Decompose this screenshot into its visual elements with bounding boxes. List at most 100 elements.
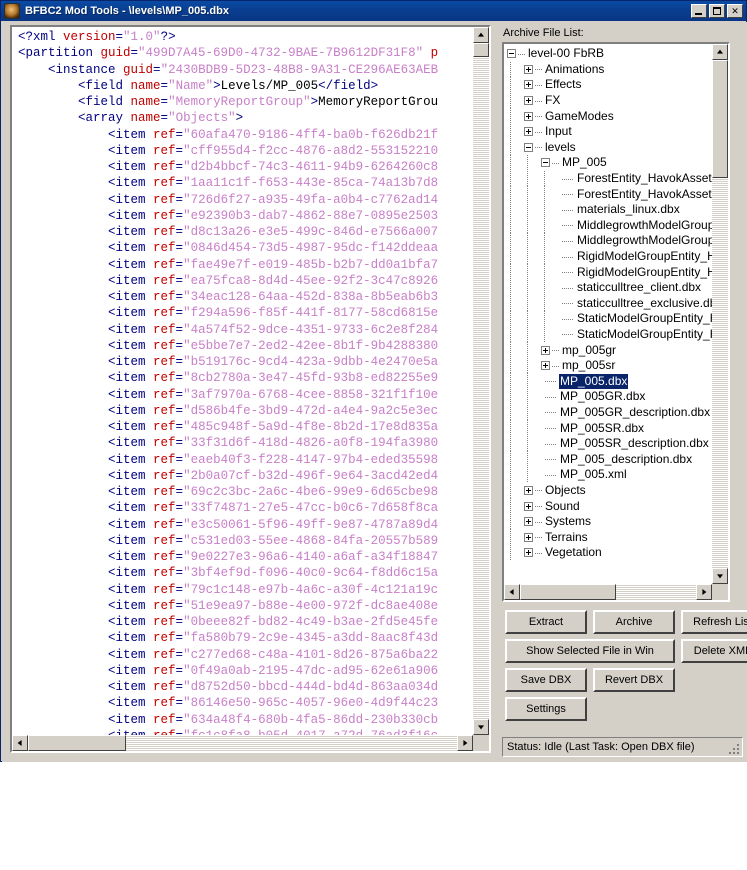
expand-node-icon[interactable]: [524, 80, 533, 90]
tree-item[interactable]: Input: [504, 123, 712, 140]
expand-node-icon[interactable]: [524, 96, 533, 106]
scroll-down-icon[interactable]: [473, 719, 489, 735]
tree-item[interactable]: materials_linux.dbx: [504, 201, 712, 218]
xml-token-tag: =: [160, 111, 169, 126]
xml-vscroll-thumb[interactable]: [473, 43, 489, 57]
maximize-button[interactable]: [709, 4, 725, 18]
tree-vertical-scrollbar[interactable]: [712, 44, 728, 584]
resize-grip-icon[interactable]: [727, 742, 739, 754]
collapse-node-icon[interactable]: [507, 49, 516, 59]
archive-file-tree-panel[interactable]: level-00 FbRB Animations Effects FX GameMode…: [502, 42, 730, 602]
tree-item[interactable]: level-00 FbRB: [504, 46, 712, 62]
tree-item[interactable]: MiddlegrowthModelGroupE: [504, 217, 712, 234]
xml-token-attr: name: [130, 78, 161, 93]
revert-dbx-button[interactable]: Revert DBX: [593, 668, 675, 692]
tree-connector-icon: [535, 514, 544, 530]
xml-vertical-scrollbar[interactable]: [473, 27, 489, 735]
tree-item[interactable]: MP_005.xml: [504, 467, 712, 483]
expand-node-icon[interactable]: [541, 345, 550, 355]
tree-scroll-right-icon[interactable]: [696, 584, 712, 600]
tree-item[interactable]: MP_005: [504, 155, 712, 171]
tree-item[interactable]: FX: [504, 92, 712, 109]
tree-item[interactable]: levels: [504, 139, 712, 156]
xml-token-attr: ref: [153, 257, 176, 272]
xml-editor-text[interactable]: <?xml version="1.0"?> <partition guid="49…: [12, 27, 473, 735]
tree-item-selected[interactable]: MP_005.dbx: [504, 373, 712, 390]
xml-token-tag: =: [175, 517, 184, 532]
archive-tree-viewport[interactable]: level-00 FbRB Animations Effects FX GameMode…: [504, 44, 712, 584]
xml-editor-panel[interactable]: <?xml version="1.0"?> <partition guid="49…: [10, 25, 491, 753]
tree-guide-line: [510, 482, 511, 499]
expand-node-icon[interactable]: [524, 532, 533, 542]
tree-item[interactable]: mp_005sr: [504, 357, 712, 374]
xml-token-tag: =: [160, 95, 169, 109]
tree-item[interactable]: MP_005GR.dbx: [504, 389, 712, 405]
collapse-node-icon[interactable]: [524, 142, 533, 152]
delete-xml-button[interactable]: Delete XML: [681, 639, 747, 663]
tree-hscroll-thumb[interactable]: [520, 584, 616, 600]
tree-item[interactable]: StaticModelGroupEntity_Ha: [504, 311, 712, 327]
collapse-node-icon[interactable]: [541, 158, 550, 168]
expand-node-icon[interactable]: [524, 548, 533, 558]
tree-item[interactable]: MP_005SR.dbx: [504, 420, 712, 436]
xml-horizontal-scrollbar[interactable]: [12, 735, 473, 751]
tree-vscroll-thumb[interactable]: [712, 60, 728, 178]
tree-item[interactable]: Vegetation: [504, 545, 712, 561]
tree-item[interactable]: Sound: [504, 498, 712, 514]
xml-token-attr: ref: [153, 420, 176, 434]
xml-token-val: "51e9ea97-b88e-4e00-972f-dc8ae408e: [183, 598, 439, 613]
tree-item[interactable]: staticculltree_exclusive.dbx: [504, 295, 712, 312]
expand-node-icon[interactable]: [524, 111, 533, 121]
xml-token-val: "MemoryReportGroup": [168, 95, 311, 109]
expand-node-icon[interactable]: [541, 361, 550, 371]
expand-node-icon[interactable]: [524, 517, 533, 527]
xml-token-tag: <item: [18, 566, 154, 581]
tree-scroll-up-icon[interactable]: [712, 44, 728, 60]
xml-token-tag: <item: [18, 436, 154, 451]
xml-token-tag: <instance: [18, 62, 124, 77]
expand-node-icon[interactable]: [524, 485, 533, 495]
archive-button[interactable]: Archive: [593, 610, 675, 634]
tree-scroll-left-icon[interactable]: [504, 584, 520, 600]
tree-item[interactable]: RigidModelGroupEntity_Ha: [504, 248, 712, 265]
expand-node-icon[interactable]: [524, 501, 533, 511]
scroll-left-icon[interactable]: [12, 735, 28, 751]
tree-item[interactable]: MP_005_description.dbx: [504, 451, 712, 468]
tree-item[interactable]: RigidModelGroupEntity_Ha: [504, 264, 712, 280]
xml-token-tag: </field>: [318, 78, 379, 93]
xml-token-attr: ref: [153, 355, 176, 369]
minimize-button[interactable]: [691, 4, 707, 18]
expand-node-icon[interactable]: [524, 64, 533, 74]
scroll-right-icon[interactable]: [457, 735, 473, 751]
tree-item[interactable]: staticculltree_client.dbx: [504, 279, 712, 296]
tree-item[interactable]: StaticModelGroupEntity_Ha: [504, 326, 712, 343]
tree-item[interactable]: Objects: [504, 482, 712, 499]
extract-button[interactable]: Extract: [505, 610, 587, 634]
archive-tree-list[interactable]: level-00 FbRB Animations Effects FX GameMode…: [504, 44, 712, 561]
tree-item[interactable]: Terrains: [504, 529, 712, 545]
scroll-up-icon[interactable]: [473, 27, 489, 43]
tree-item[interactable]: Effects: [504, 77, 712, 93]
tree-item[interactable]: Animations: [504, 61, 712, 78]
close-button[interactable]: ✕: [727, 4, 743, 18]
xml-token-attr: guid: [123, 62, 154, 77]
tree-item[interactable]: ForestEntity_HavokAsset.d: [504, 170, 712, 187]
xml-hscroll-thumb[interactable]: [28, 735, 126, 751]
expand-node-icon[interactable]: [524, 127, 533, 137]
tree-scroll-down-icon[interactable]: [712, 568, 728, 584]
refresh-list-button[interactable]: Refresh List: [681, 610, 747, 634]
xml-token-val: "e3c50061-5f96-49ff-9e87-4787a89d4: [183, 517, 439, 532]
xml-editor-viewport[interactable]: <?xml version="1.0"?> <partition guid="49…: [12, 27, 473, 735]
show-selected-file-button[interactable]: Show Selected File in Win: [505, 639, 675, 663]
tree-horizontal-scrollbar[interactable]: [504, 584, 712, 600]
tree-item[interactable]: MP_005GR_description.dbx: [504, 404, 712, 421]
tree-item[interactable]: GameModes: [504, 108, 712, 124]
tree-item[interactable]: ForestEntity_HavokAsset.h: [504, 186, 712, 202]
tree-item[interactable]: MP_005SR_description.dbx: [504, 435, 712, 452]
settings-button[interactable]: Settings: [505, 697, 587, 721]
tree-item[interactable]: mp_005gr: [504, 342, 712, 358]
tree-item[interactable]: MiddlegrowthModelGroupE: [504, 233, 712, 249]
save-dbx-button[interactable]: Save DBX: [505, 668, 587, 692]
tree-item[interactable]: Systems: [504, 513, 712, 530]
app-root: BFBC2 Mod Tools - \levels\MP_005.dbx ✕ <…: [0, 0, 747, 870]
